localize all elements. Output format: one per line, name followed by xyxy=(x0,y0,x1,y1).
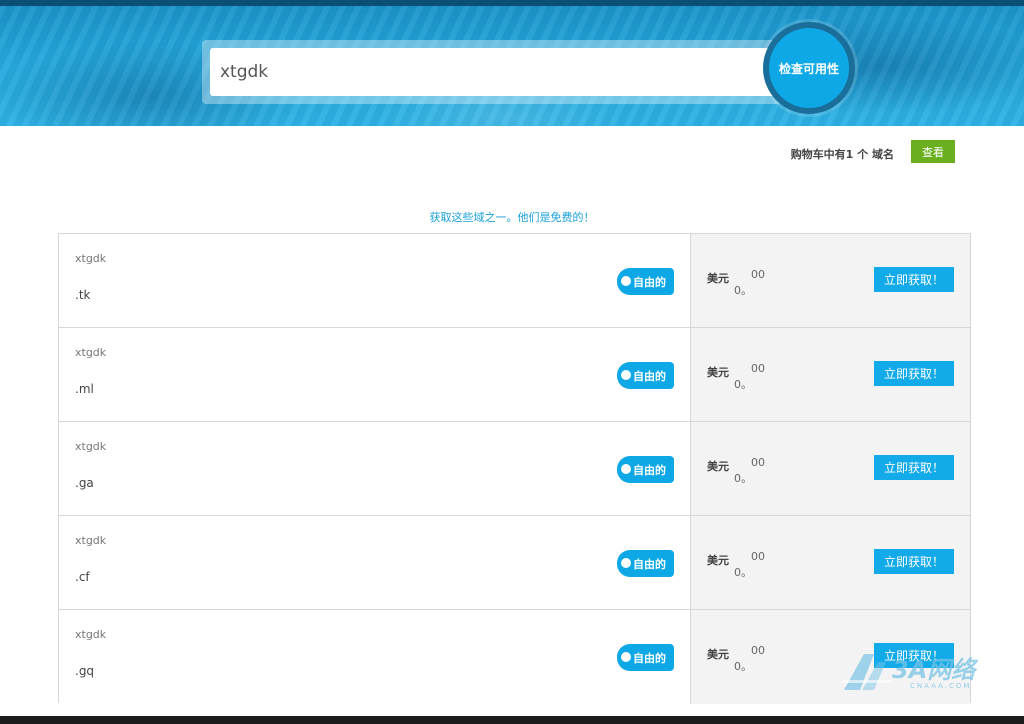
free-badge-label: 自由的 xyxy=(633,275,666,289)
search-box xyxy=(202,40,782,104)
price-integer: 0。 xyxy=(734,566,752,579)
domain-info-cell: xtgdk .ml 自由的 xyxy=(59,328,691,421)
watermark-logo: 3A网络 CNAAA.COM xyxy=(840,648,1010,698)
free-badge: 自由的 xyxy=(617,362,674,389)
domain-row: xtgdk .ga 自由的 美元 0。 00 立即获取！ xyxy=(59,422,970,516)
free-badge: 自由的 xyxy=(617,644,674,671)
watermark-subtext: CNAAA.COM xyxy=(910,682,972,690)
domain-info-cell: xtgdk .cf 自由的 xyxy=(59,516,691,609)
price-decimal: 00 xyxy=(751,456,765,469)
price-integer: 0。 xyxy=(734,378,752,391)
domain-price-cell: 美元 0。 00 立即获取！ xyxy=(691,516,970,609)
free-badge-label: 自由的 xyxy=(633,463,666,477)
check-availability-button[interactable]: 检查可用性 xyxy=(763,22,855,114)
price-decimal: 00 xyxy=(751,362,765,375)
domain-name: xtgdk xyxy=(75,534,107,547)
dot-icon xyxy=(621,464,631,474)
price-currency: 美元 xyxy=(707,648,729,661)
domain-row: xtgdk .cf 自由的 美元 0。 00 立即获取！ xyxy=(59,516,970,610)
domain-tld: .gq xyxy=(75,664,95,678)
price-currency: 美元 xyxy=(707,366,729,379)
price-decimal: 00 xyxy=(751,550,765,563)
price-integer: 0。 xyxy=(734,284,752,297)
domain-name: xtgdk xyxy=(75,628,107,641)
domain-tld: .cf xyxy=(75,570,90,584)
free-badge: 自由的 xyxy=(617,268,674,295)
price-currency: 美元 xyxy=(707,460,729,473)
domain-row: xtgdk .tk 自由的 美元 0。 00 立即获取！ xyxy=(59,234,970,328)
free-domains-promo: 获取这些域之一。他们是免费的！ xyxy=(429,211,595,224)
domain-name: xtgdk xyxy=(75,252,107,265)
free-badge: 自由的 xyxy=(617,456,674,483)
price-integer: 0。 xyxy=(734,472,752,485)
domain-info-cell: xtgdk .gq 自由的 xyxy=(59,610,691,704)
domain-price-cell: 美元 0。 00 立即获取！ xyxy=(691,234,970,327)
get-now-button[interactable]: 立即获取！ xyxy=(874,549,954,574)
domain-info-cell: xtgdk .ga 自由的 xyxy=(59,422,691,515)
domain-search-input[interactable] xyxy=(210,48,776,96)
domain-info-cell: xtgdk .tk 自由的 xyxy=(59,234,691,327)
bottom-bar xyxy=(0,716,1024,724)
watermark-text: 3A网络 xyxy=(892,656,976,684)
dot-icon xyxy=(621,652,631,662)
domain-name: xtgdk xyxy=(75,346,107,359)
logo-mark-icon xyxy=(842,654,892,690)
free-badge-label: 自由的 xyxy=(633,557,666,571)
domain-row: xtgdk .ml 自由的 美元 0。 00 立即获取！ xyxy=(59,328,970,422)
domain-row: xtgdk .gq 自由的 美元 0。 00 立即获取！ xyxy=(59,610,970,704)
price-currency: 美元 xyxy=(707,272,729,285)
free-badge-label: 自由的 xyxy=(633,369,666,383)
domain-tld: .ml xyxy=(75,382,94,396)
price-currency: 美元 xyxy=(707,554,729,567)
dot-icon xyxy=(621,558,631,568)
price-integer: 0。 xyxy=(734,660,752,673)
domain-price-cell: 美元 0。 00 立即获取！ xyxy=(691,328,970,421)
view-cart-button[interactable]: 查看 xyxy=(911,140,955,163)
get-now-button[interactable]: 立即获取！ xyxy=(874,361,954,386)
free-badge-label: 自由的 xyxy=(633,651,666,665)
price-decimal: 00 xyxy=(751,644,765,657)
get-now-button[interactable]: 立即获取！ xyxy=(874,267,954,292)
hero-banner: 检查可用性 xyxy=(0,0,1024,126)
dot-icon xyxy=(621,370,631,380)
dot-icon xyxy=(621,276,631,286)
domain-name: xtgdk xyxy=(75,440,107,453)
domain-tld: .ga xyxy=(75,476,94,490)
domain-price-cell: 美元 0。 00 立即获取！ xyxy=(691,422,970,515)
cart-summary: 购物车中有1 个 域名 xyxy=(790,148,894,161)
free-badge: 自由的 xyxy=(617,550,674,577)
get-now-button[interactable]: 立即获取！ xyxy=(874,455,954,480)
domain-tld: .tk xyxy=(75,288,91,302)
price-decimal: 00 xyxy=(751,268,765,281)
domain-results-table: xtgdk .tk 自由的 美元 0。 00 立即获取！ xtgdk .ml 自… xyxy=(58,233,971,704)
